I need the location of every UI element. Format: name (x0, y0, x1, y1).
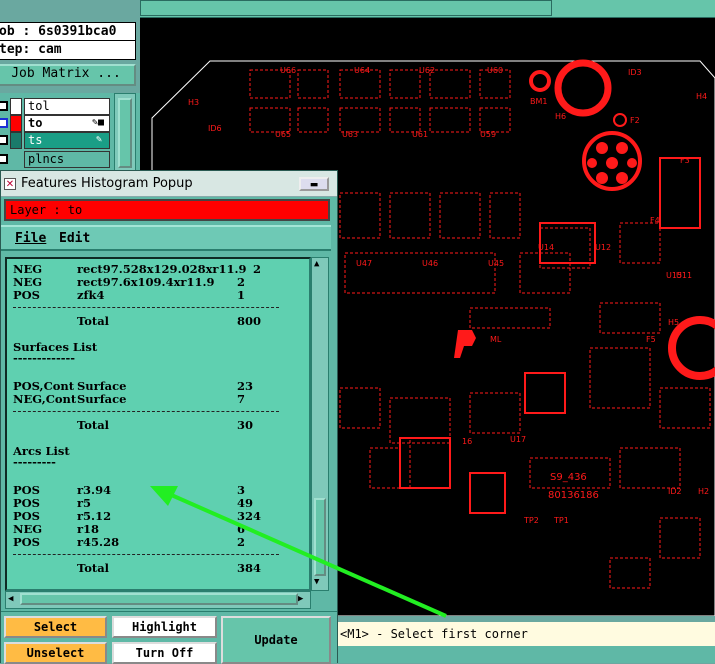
annotation-arrow (150, 486, 447, 618)
